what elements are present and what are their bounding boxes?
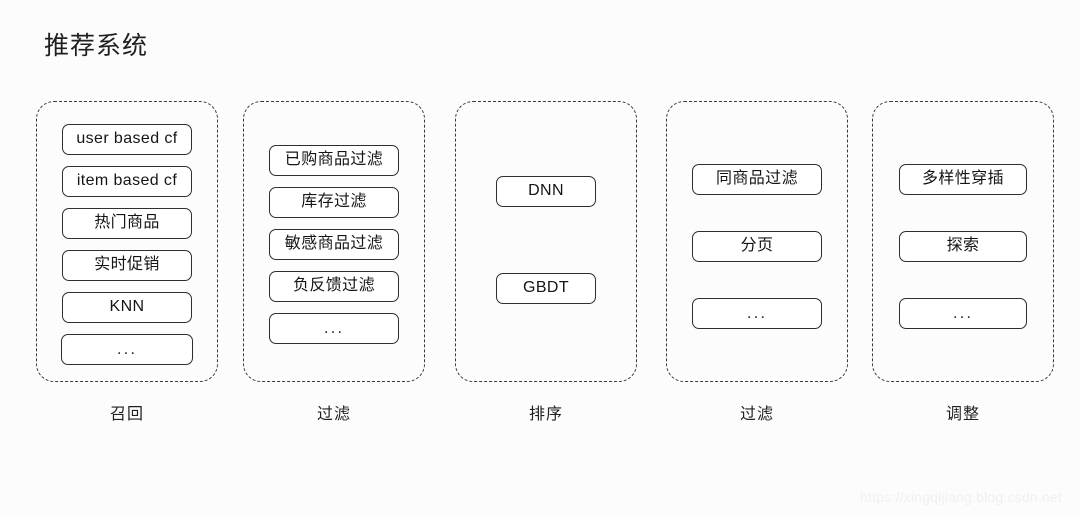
stage-container-recall: user based cf item based cf 热门商品 实时促销 KN… <box>36 101 218 382</box>
stage-node-list: DNN GBDT <box>456 176 636 304</box>
stage-container-adjust: 多样性穿插 探索 ... <box>872 101 1054 382</box>
stage-node-list: 同商品过滤 分页 ... <box>667 164 847 329</box>
stage-node-list: 多样性穿插 探索 ... <box>873 164 1053 329</box>
node-item[interactable]: 已购商品过滤 <box>269 145 399 176</box>
node-item-ellipsis[interactable]: ... <box>61 334 193 365</box>
node-item[interactable]: 敏感商品过滤 <box>269 229 399 260</box>
node-item[interactable]: user based cf <box>62 124 192 155</box>
node-item[interactable]: 多样性穿插 <box>899 164 1027 195</box>
stage-container-ranking: DNN GBDT <box>455 101 637 382</box>
node-item[interactable]: 库存过滤 <box>269 187 399 218</box>
stage-node-list: user based cf item based cf 热门商品 实时促销 KN… <box>37 124 217 365</box>
stage-label-filter-2: 过滤 <box>739 406 774 423</box>
stage-label-filter-1: 过滤 <box>316 406 351 423</box>
node-item[interactable]: 探索 <box>899 231 1027 262</box>
stage-node-list: 已购商品过滤 库存过滤 敏感商品过滤 负反馈过滤 ... <box>244 145 424 344</box>
node-item-ellipsis[interactable]: ... <box>899 298 1027 329</box>
node-item[interactable]: DNN <box>496 176 596 207</box>
page-title: 推荐系统 <box>44 32 149 60</box>
diagram-canvas: 推荐系统 user based cf item based cf 热门商品 实时… <box>0 0 1080 519</box>
node-item[interactable]: 同商品过滤 <box>692 164 822 195</box>
stage-container-filter-1: 已购商品过滤 库存过滤 敏感商品过滤 负反馈过滤 ... <box>243 101 425 382</box>
node-item-ellipsis[interactable]: ... <box>692 298 822 329</box>
node-item[interactable]: 负反馈过滤 <box>269 271 399 302</box>
node-item-ellipsis[interactable]: ... <box>269 313 399 344</box>
node-item[interactable]: item based cf <box>62 166 192 197</box>
watermark-text: https://xingqijiang.blog.csdn.net <box>860 489 1062 505</box>
node-item[interactable]: GBDT <box>496 273 596 304</box>
node-item[interactable]: 分页 <box>692 231 822 262</box>
node-item[interactable]: 热门商品 <box>62 208 192 239</box>
node-item[interactable]: KNN <box>62 292 192 323</box>
stage-label-adjust: 调整 <box>945 406 980 423</box>
node-item[interactable]: 实时促销 <box>62 250 192 281</box>
stage-label-ranking: 排序 <box>528 406 563 423</box>
stage-container-filter-2: 同商品过滤 分页 ... <box>666 101 848 382</box>
stage-label-recall: 召回 <box>109 406 144 423</box>
